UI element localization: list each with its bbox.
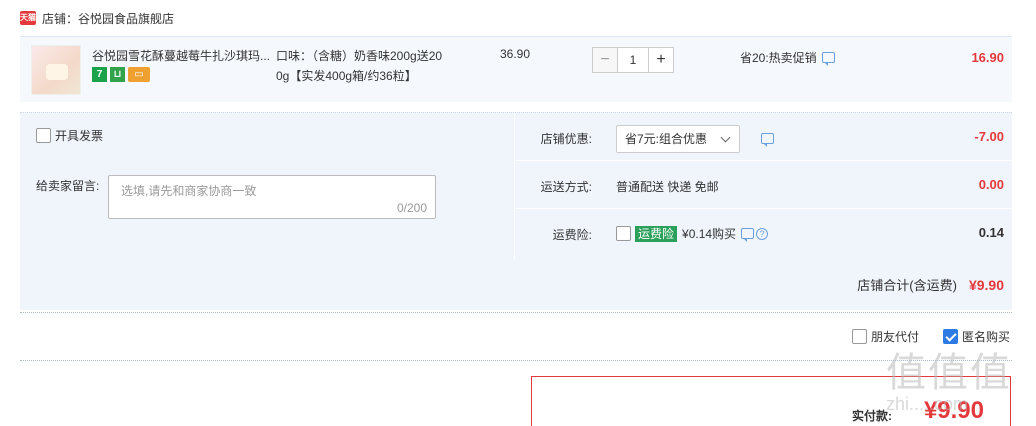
insurance-checkbox[interactable] [616, 226, 631, 241]
invoice-label: 开具发票 [55, 129, 104, 143]
divider [20, 360, 1012, 361]
store-discount-label: 店铺优惠: [540, 132, 592, 146]
insurance-price: ¥0.14购买 [682, 227, 737, 241]
cart-item-row: 谷悦园雪花酥蔓越莓牛扎沙琪玛... 7 ⊔ ▭ 口味：（含糖）奶香味200g送2… [20, 36, 1012, 102]
insurance-tag: 运费险 [635, 225, 678, 242]
chat-icon[interactable] [761, 133, 774, 147]
product-title[interactable]: 谷悦园雪花酥蔓越莓牛扎沙琪玛... [92, 47, 272, 64]
seller-message-placeholder: 选填,请先和商家协商一致 [121, 184, 257, 198]
product-service-icons: 7 ⊔ ▭ [92, 67, 150, 82]
store-total-label: 店铺合计(含运费) [857, 278, 957, 293]
card-icon[interactable]: ▭ [128, 67, 150, 82]
unit-price: 36.90 [500, 47, 531, 61]
sku-line-2: 0g【实发400g箱/约36粒】 [276, 69, 417, 83]
item-total-price: 16.90 [971, 50, 1004, 65]
store-discount-amount: -7.00 [974, 129, 1004, 144]
chat-icon[interactable] [821, 52, 835, 66]
store-total-amount: ¥9.90 [968, 277, 1004, 293]
decrease-quantity-button[interactable]: − [592, 47, 618, 73]
seller-message-input[interactable]: 选填,请先和商家协商一致 0/200 [108, 175, 436, 219]
help-icon[interactable]: ? [756, 227, 769, 240]
order-left-column: 开具发票 给卖家留言: 选填,请先和商家协商一致 0/200 [20, 113, 515, 259]
divider [20, 312, 1012, 313]
insurance-amount: 0.14 [978, 225, 1004, 240]
store-discount-select[interactable]: 省7元:组合优惠 [616, 125, 740, 153]
tmall-badge-icon: 天猫 [20, 11, 36, 25]
watermark-glyphs: 值值值 [886, 350, 1012, 396]
store-header: 天猫 店铺：谷悦园食品旗舰店 [20, 9, 174, 27]
insurance-option: 运费险 ¥0.14购买 ? [616, 225, 769, 242]
shipping-label: 运送方式: [540, 180, 592, 194]
chevron-down-icon [720, 132, 731, 143]
order-right-column: 店铺优惠: 省7元:组合优惠 -7.00 运送方式: 普通配送 快递 免邮 0.… [516, 113, 1012, 259]
quantity-stepper: − 1 + [592, 47, 674, 73]
seven-day-return-icon[interactable]: 7 [92, 67, 107, 82]
shipping-amount: 0.00 [978, 177, 1004, 192]
promotion-info: 省20:热卖促销 [740, 49, 835, 66]
shipping-method: 普通配送 快递 免邮 [616, 180, 719, 194]
shipping-row: 运送方式: 普通配送 快递 免邮 0.00 [516, 161, 1012, 209]
store-title[interactable]: 店铺：谷悦园食品旗舰店 [42, 10, 174, 27]
sku-line-1: 口味：（含糖）奶香味200g送20 [276, 49, 443, 63]
seller-message-label: 给卖家留言: [36, 179, 100, 193]
seller-message-counter: 0/200 [396, 201, 427, 215]
quantity-input[interactable]: 1 [618, 47, 648, 73]
guarantee-icon[interactable]: ⊔ [110, 67, 125, 82]
product-sku: 口味：（含糖）奶香味200g送20 0g【实发400g箱/约36粒】 [276, 46, 456, 86]
watermark-logo: 值值值 zhi.....com [886, 340, 1030, 420]
store-discount-selected: 省7元:组合优惠 [625, 132, 708, 146]
invoice-option[interactable]: 开具发票 [36, 127, 103, 144]
invoice-checkbox[interactable] [36, 128, 51, 143]
chat-icon[interactable] [741, 228, 755, 242]
order-info-panel: 开具发票 给卖家留言: 选填,请先和商家协商一致 0/200 店铺优惠: 省7元… [20, 112, 1012, 310]
promotion-text: 省20:热卖促销 [740, 51, 817, 65]
product-thumbnail[interactable] [31, 45, 81, 95]
insurance-label: 运费险: [552, 228, 592, 242]
store-discount-row: 店铺优惠: 省7元:组合优惠 -7.00 [516, 113, 1012, 161]
store-total: 店铺合计(含运费) ¥9.90 [857, 275, 1004, 294]
insurance-row: 运费险: 运费险 ¥0.14购买 ? 0.14 [516, 209, 1012, 257]
increase-quantity-button[interactable]: + [648, 47, 674, 73]
friend-pay-checkbox[interactable] [851, 329, 867, 344]
